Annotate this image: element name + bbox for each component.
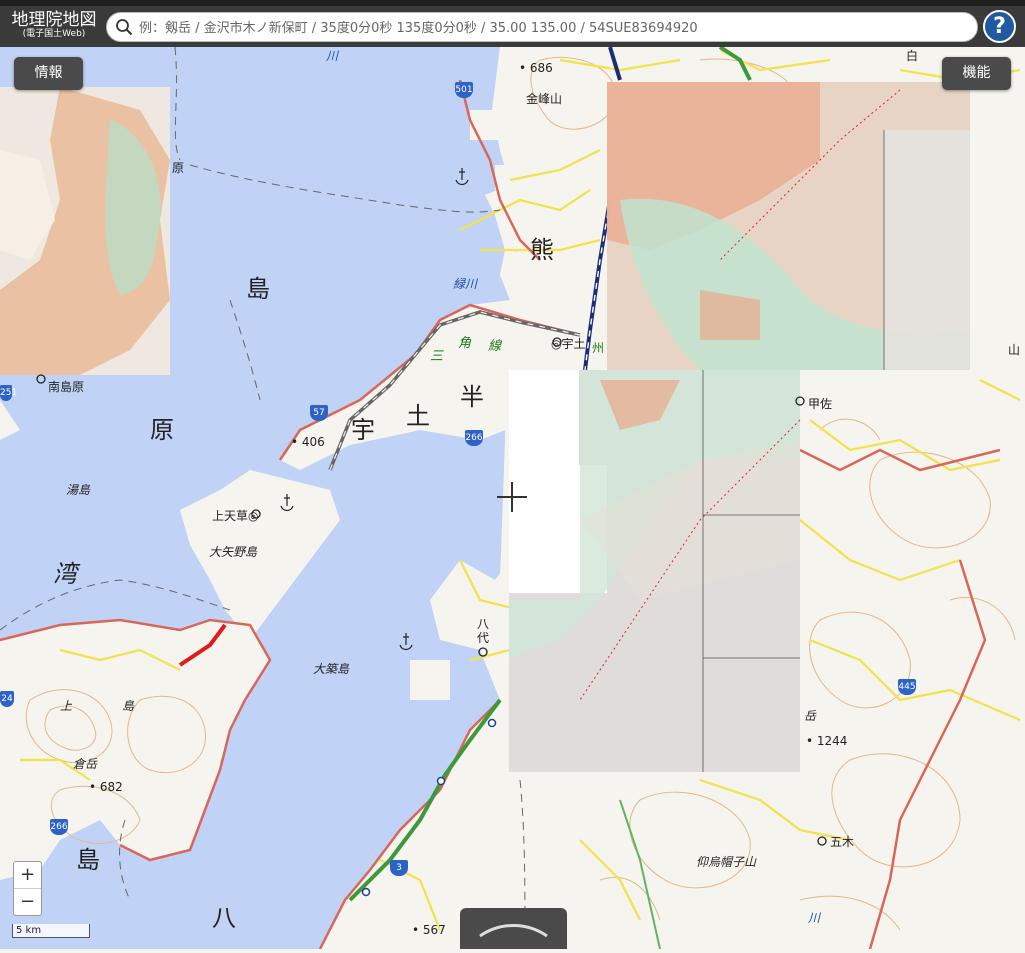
elevation-686-value: 686 (529, 61, 553, 75)
search-icon (116, 19, 133, 36)
label-ochikujima: 大築島 (313, 662, 350, 676)
label-gokanosho: 五木 (830, 835, 855, 849)
route-shield-266-a: 266 (465, 430, 483, 446)
route-shield-24: 24 (0, 691, 14, 707)
label-do: 土 (406, 402, 430, 430)
elevation-406: • 406 (291, 435, 325, 449)
label-hara-small: 原 (172, 161, 185, 175)
bottom-panel-toggle[interactable] (460, 908, 567, 949)
rail-label-1: 三 (430, 349, 444, 364)
zoom-control: + − (13, 861, 42, 916)
app-header: 地理院地図 (電子国土Web) ? (0, 0, 1025, 47)
label-minamishimabara: 南島原 (48, 380, 85, 394)
label-han: 半 (460, 383, 484, 411)
elevation-567-value: 567 (422, 923, 446, 937)
label-gawa-top: 川 (326, 49, 339, 63)
label-kamiamakusa: 上天草◎ (212, 509, 259, 523)
logo-subtitle: (電子国土Web) (22, 29, 86, 39)
center-crosshair-icon (497, 482, 527, 512)
zoom-out-button[interactable]: − (14, 888, 41, 915)
elevation-567: • 567 (412, 923, 446, 937)
logo-title: 地理院地図 (11, 10, 97, 30)
label-uto-station: ◎宇土 (551, 337, 586, 351)
chevron-up-icon (479, 924, 548, 938)
rail-label-2: 角 (458, 336, 472, 351)
label-shiro: 白 (906, 49, 919, 63)
label-shima-small: 島 (122, 699, 135, 713)
label-hara-big: 原 (150, 416, 174, 444)
label-gawa-bottom: 川 (808, 911, 821, 925)
route-shield-251: 251 (0, 385, 17, 401)
elevation-682: • 682 (89, 780, 123, 794)
route-shield-501: 501 (455, 82, 473, 98)
scale-bar: 5 km (12, 924, 90, 938)
label-kinposan: 金峰山 (526, 92, 563, 106)
label-midorikawa: 緑川 (453, 277, 478, 291)
label-shima-2: 島 (76, 846, 100, 874)
label-u: 宇 (351, 416, 375, 444)
elevation-682-value: 682 (99, 780, 123, 794)
label-hachi: 八 (212, 904, 236, 932)
label-yatsushiro: 八代 (477, 617, 490, 645)
functions-button[interactable]: 機能 (942, 57, 1011, 90)
zoom-in-button[interactable]: + (14, 862, 41, 888)
label-shu: 州 (592, 341, 605, 355)
route-shield-57: 57 (310, 405, 328, 421)
label-wan: 湾 (53, 560, 77, 588)
route-shield-445: 445 (898, 679, 916, 695)
route-shield-3: 3 (390, 860, 408, 876)
browser-strip (0, 0, 1025, 6)
label-kurahara: 倉岳 (73, 757, 98, 771)
search-input[interactable] (137, 16, 971, 40)
rail-label-3: 線 (488, 339, 502, 354)
label-take: 岳 (804, 709, 817, 723)
route-shield-266-b: 266 (50, 819, 68, 835)
elevation-1244: • 1244 (806, 734, 848, 748)
info-button[interactable]: 情報 (14, 57, 83, 90)
site-logo[interactable]: 地理院地図 (電子国土Web) (6, 11, 102, 39)
help-button[interactable]: ? (983, 10, 1016, 43)
label-gyouchou: 仰烏帽子山 (696, 855, 757, 869)
label-shima-1: 島 (246, 275, 270, 303)
elevation-1244-value: 1244 (816, 734, 848, 748)
elevation-406-value: 406 (301, 435, 325, 449)
elevation-686: • 686 (519, 61, 553, 75)
label-kuma: 熊 (530, 236, 554, 264)
label-yushima: 湯島 (66, 483, 91, 497)
label-koshi: 甲佐 (808, 397, 833, 411)
search-box[interactable] (106, 12, 978, 42)
label-kami: 上 (60, 699, 73, 713)
label-ooyanoshima: 大矢野島 (209, 545, 258, 559)
label-yama: 山 (1008, 343, 1021, 357)
